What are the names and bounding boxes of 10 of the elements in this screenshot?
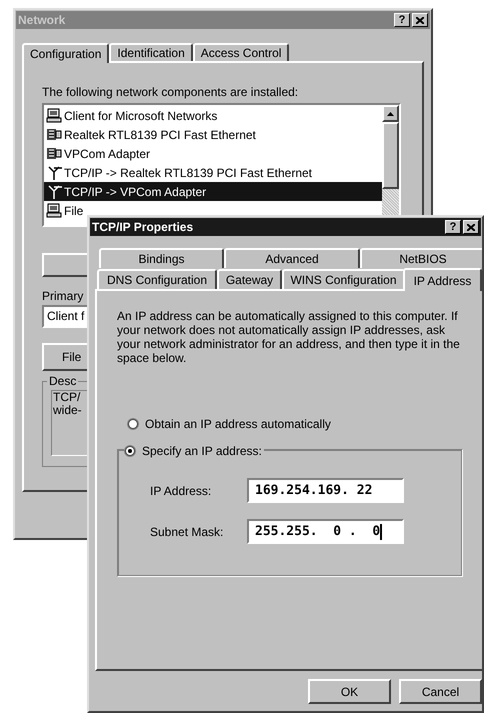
description-text: TCP/ — [53, 391, 82, 404]
field-label: Subnet Mask: — [150, 524, 224, 540]
intro-text: An IP address can be automatically assigned to this computer. If your network does not automatically assign IP addresses, ask your network administrator for an address, and then type it in the space below. — [117, 309, 460, 365]
list-label: The following network components are installed: — [42, 85, 300, 99]
field-label: IP Address: — [150, 482, 212, 500]
window-title: TCP/IP Properties — [92, 219, 194, 236]
description-text: wide- — [53, 404, 83, 417]
group-label: Desc — [47, 374, 78, 388]
window-title: Network — [18, 12, 66, 29]
field-label: Primary — [42, 289, 84, 303]
